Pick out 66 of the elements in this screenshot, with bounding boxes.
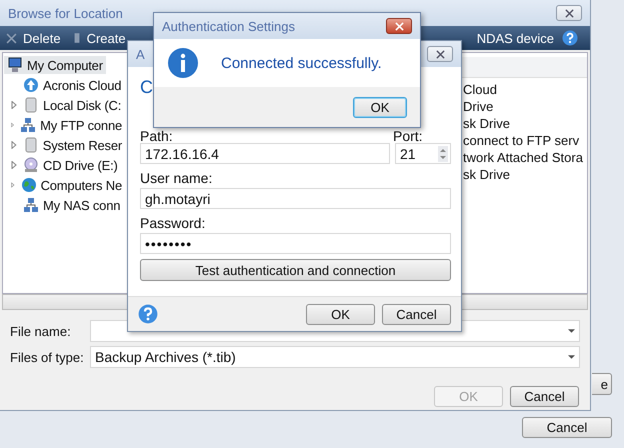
list-item[interactable]: Cloud (463, 82, 587, 99)
tree-item[interactable]: My NAS conn (20, 196, 124, 214)
window-title: Authentication Settings (162, 18, 296, 34)
dropdown-arrow-icon[interactable] (568, 355, 575, 359)
drive-icon (22, 137, 39, 153)
help-icon[interactable] (562, 30, 578, 46)
expand-icon[interactable] (11, 161, 17, 169)
ok-button[interactable]: OK (306, 304, 375, 324)
expand-icon[interactable] (11, 121, 14, 129)
password-field[interactable]: •••••••• (140, 233, 451, 254)
computer-icon (7, 57, 23, 73)
close-button[interactable] (556, 5, 582, 21)
field-label: User name: (140, 170, 214, 188)
list-item[interactable]: sk Drive (463, 167, 587, 184)
window-title: A (136, 46, 146, 62)
spinner-icon[interactable] (438, 146, 448, 162)
partial-button[interactable]: e (592, 373, 612, 395)
ok-button[interactable]: OK (353, 96, 407, 118)
close-icon (436, 50, 444, 58)
dropdown-arrow-icon[interactable] (568, 329, 575, 333)
field-label: Port: (393, 129, 424, 143)
port-spinner[interactable]: 21 (395, 143, 451, 164)
dialog-heading: C (140, 77, 154, 99)
tree-item[interactable]: Computers Ne (18, 176, 125, 194)
cd-drive-icon (23, 157, 39, 173)
tree-item[interactable]: CD Drive (E:) (20, 156, 121, 174)
list-item[interactable]: connect to FTP serv (463, 133, 587, 150)
field-label: Path: (140, 129, 174, 143)
expand-icon[interactable] (11, 141, 17, 149)
cloud-upload-icon (23, 77, 39, 93)
info-icon (167, 47, 199, 79)
close-button[interactable] (427, 46, 453, 62)
close-icon (394, 22, 404, 30)
path-field[interactable]: 172.16.16.4 (140, 143, 390, 164)
field-label: File name: (10, 324, 72, 338)
cancel-button[interactable]: Cancel (510, 386, 579, 407)
cancel-button[interactable]: Cancel (522, 417, 612, 438)
expand-icon[interactable] (11, 181, 15, 189)
expand-icon[interactable] (11, 101, 17, 109)
tree-item[interactable]: My Computer (4, 56, 106, 74)
network-icon (23, 197, 39, 213)
tree-item[interactable]: Acronis Cloud (20, 76, 124, 94)
user-name-field[interactable]: gh.motayri (140, 188, 451, 209)
message-text: Connected successfully. (221, 54, 382, 72)
field-label: Password: (140, 215, 206, 233)
field-label: Files of type: (10, 350, 84, 364)
toolbar-button[interactable]: Create (70, 30, 128, 46)
list-item[interactable]: twork Attached Stora (463, 150, 587, 167)
list-item[interactable]: Drive (463, 99, 587, 116)
toolbar-button[interactable]: Delete (4, 30, 63, 46)
toolbar-label: NDAS device (476, 30, 554, 46)
tree-item[interactable]: My FTP conne (17, 116, 125, 134)
drive-icon (23, 97, 39, 113)
window-title: Browse for Location (8, 6, 124, 20)
file-type-dropdown[interactable]: Backup Archives (*.tib) (90, 346, 580, 368)
network-icon (20, 117, 36, 133)
list-item[interactable]: sk Drive (463, 116, 587, 133)
bar-icon (72, 32, 81, 44)
globe-icon (20, 177, 37, 193)
tree-item[interactable]: System Reser (20, 136, 125, 154)
test-connection-button[interactable]: Test authentication and connection (140, 259, 451, 281)
cancel-button[interactable]: Cancel (382, 304, 451, 324)
close-button[interactable] (386, 18, 412, 34)
delete-icon (6, 32, 17, 44)
close-icon (564, 8, 574, 18)
tree-item[interactable]: Local Disk (C: (20, 96, 124, 114)
